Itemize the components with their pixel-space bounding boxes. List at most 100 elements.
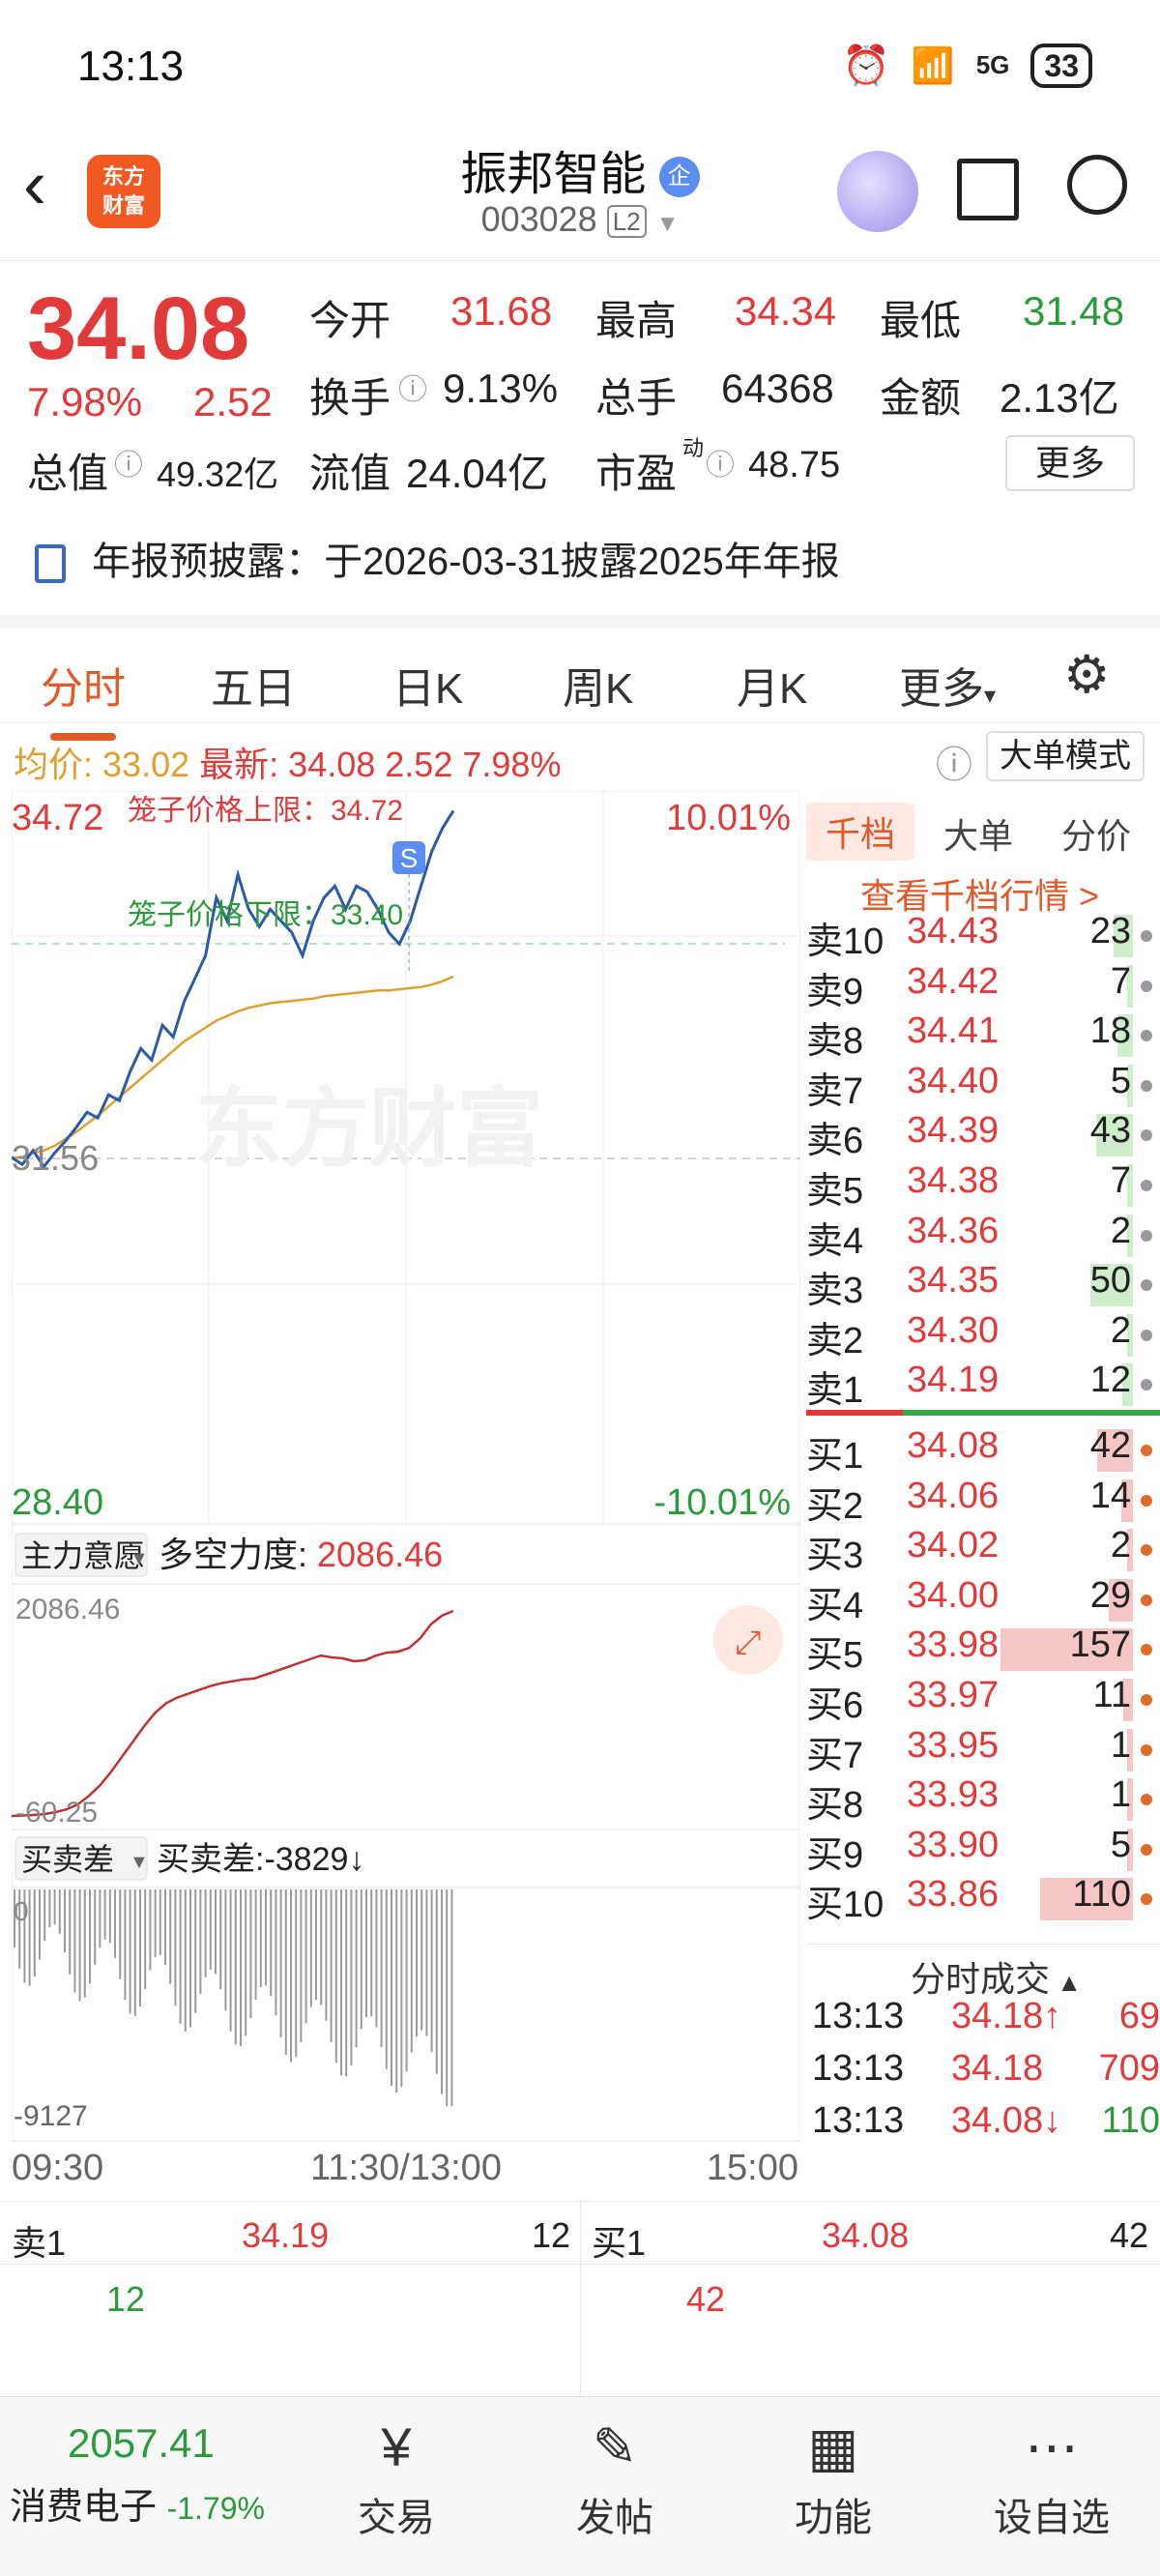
bid-row[interactable]: 买1 34.08 42 (806, 1425, 1160, 1477)
diff-text: 买卖差:-3829↓ (157, 1841, 364, 1878)
l1-bid-price: 34.08 (822, 2215, 910, 2255)
ask-row[interactable]: 卖6 34.39 43 (806, 1110, 1160, 1162)
search-icon[interactable] (1067, 155, 1127, 215)
info-icon[interactable]: ⓘ (706, 441, 735, 483)
bid-row[interactable]: 买5 33.98 157 (806, 1625, 1160, 1676)
row-price: 34.00 (907, 1574, 1000, 1616)
row-volume: 23 (1089, 911, 1131, 951)
more-button[interactable]: 更多 (1005, 435, 1135, 491)
ask-row[interactable]: 卖7 34.40 5 (806, 1061, 1160, 1112)
bid-row[interactable]: 买4 34.00 29 (806, 1574, 1160, 1626)
tab-daily-k[interactable]: 日K (392, 654, 463, 716)
ask-row[interactable]: 卖5 34.38 7 (806, 1160, 1160, 1212)
high-label: 最高 (595, 298, 678, 343)
diff-bar (300, 1889, 303, 2043)
tab-monthly-k[interactable]: 月K (737, 654, 807, 716)
row-volume: 5 (1110, 1824, 1131, 1865)
nav-post[interactable]: ✎ 发帖 (547, 2397, 682, 2542)
bid-row[interactable]: 买8 33.93 1 (806, 1774, 1160, 1826)
notice-banner[interactable]: 年报预披露：于2026-03-31披露2025年年报 (35, 530, 840, 586)
row-label: 卖3 (806, 1271, 864, 1312)
amount-label: 金额 (880, 375, 962, 421)
chart-tabs: 分时 五日 日K 周K 月K 更多▾ ⚙ (0, 615, 1160, 741)
trade-volume: 69 (1118, 1996, 1160, 2036)
chevron-down-icon: ▼ (130, 1852, 149, 1873)
ask-row[interactable]: 卖10 34.43 23 (806, 911, 1160, 962)
diff-bar (119, 1889, 122, 1979)
intraday-chart[interactable]: 东方财富 34.72 10.01% 笼子价格上限：34.72 笼子价格下限：33… (11, 790, 801, 2193)
robot-avatar-icon[interactable] (837, 151, 918, 232)
diff-bar (39, 1889, 41, 1960)
tab-5day[interactable]: 五日 (211, 654, 296, 716)
nav-trade[interactable]: ¥ 交易 (329, 2397, 464, 2542)
share-icon[interactable] (957, 159, 1019, 220)
ask-row[interactable]: 卖2 34.30 2 (806, 1310, 1160, 1361)
bid-row[interactable]: 买10 33.86 110 (806, 1874, 1160, 1925)
info-icon[interactable]: ⓘ (114, 441, 143, 483)
ask-row[interactable]: 卖4 34.36 2 (806, 1210, 1160, 1262)
diff-bar (133, 1889, 136, 2016)
bid-row[interactable]: 买6 33.97 11 (806, 1675, 1160, 1726)
row-volume: 2 (1110, 1525, 1131, 1566)
diff-bar (284, 1889, 287, 2055)
row-label: 买9 (806, 1834, 864, 1876)
big-order-mode-button[interactable]: 大单模式 (986, 731, 1145, 781)
trades-title[interactable]: 分时成交 ▲ (911, 1951, 1082, 2002)
diff-bar (209, 1889, 212, 1970)
diff-bars (14, 1889, 453, 2107)
diff-bar (204, 1889, 207, 1977)
diff-bar (229, 1889, 232, 2032)
row-label: 买7 (806, 1735, 864, 1776)
tab-depth[interactable]: 千档 (806, 803, 915, 861)
row-price: 34.41 (907, 1010, 1000, 1052)
row-price: 33.90 (907, 1824, 1000, 1865)
cage-upper-label: 笼子价格上限：34.72 (128, 795, 403, 827)
ask-row[interactable]: 卖8 34.41 18 (806, 1010, 1160, 1062)
tab-intraday[interactable]: 分时 (41, 654, 126, 741)
indicator-name: 多空力度: (159, 1535, 307, 1574)
diff-bar (174, 1889, 177, 2006)
nav-functions[interactable]: ▦ 功能 (766, 2397, 901, 2542)
tab-more[interactable]: 更多▾ (899, 654, 996, 716)
row-volume: 29 (1089, 1574, 1131, 1616)
diff-bar (159, 1889, 161, 1955)
status-dot-icon (1141, 1229, 1152, 1242)
row-volume: 1 (1110, 1724, 1131, 1766)
status-dot-icon (1141, 1544, 1152, 1557)
settings-gear-icon[interactable]: ⚙ (1063, 644, 1110, 705)
bid-row[interactable]: 买7 33.95 1 (806, 1724, 1160, 1776)
info-icon[interactable]: ⓘ (398, 366, 427, 408)
bid-row[interactable]: 买2 34.06 14 (806, 1476, 1160, 1527)
bid-row[interactable]: 买9 33.90 5 (806, 1824, 1160, 1876)
trade-time: 13:13 (812, 2100, 905, 2141)
row-volume: 157 (1069, 1625, 1131, 1666)
row-price: 34.35 (907, 1260, 1000, 1302)
diff-bar (360, 1889, 362, 2030)
trade-time: 13:13 (812, 2048, 905, 2089)
l1-bid-label: 买1 (592, 2223, 647, 2263)
row-label: 卖1 (806, 1370, 864, 1412)
diff-bar (370, 1889, 373, 2017)
diff-bar (355, 1889, 358, 2048)
row-price: 33.86 (907, 1874, 1000, 1916)
row-label: 卖6 (806, 1121, 864, 1162)
ask-row[interactable]: 卖9 34.42 7 (806, 961, 1160, 1012)
diff-bar (103, 1889, 106, 1940)
row-label: 买4 (806, 1585, 864, 1626)
status-dot-icon (1141, 930, 1152, 942)
ask-row[interactable]: 卖1 34.19 12 (806, 1360, 1160, 1412)
tab-weekly-k[interactable]: 周K (563, 654, 633, 716)
tab-big-order[interactable]: 大单 (943, 808, 1013, 859)
diff-bar (380, 1889, 383, 2047)
l1-bid-sub: 42 (686, 2279, 726, 2319)
row-price: 33.97 (907, 1675, 1000, 1715)
diff-bar (219, 1889, 222, 1990)
tab-price-dist[interactable]: 分价 (1061, 808, 1131, 859)
nav-add-watchlist[interactable]: ⋯ 设自选 (984, 2397, 1119, 2542)
diff-max-label: 0 (14, 1896, 29, 1926)
help-icon[interactable]: ⓘ (936, 735, 972, 788)
index-ticker[interactable]: 2057.41 消费电子 -1.79% (10, 2420, 319, 2530)
row-volume: 2 (1110, 1210, 1131, 1251)
bid-row[interactable]: 买3 34.02 2 (806, 1525, 1160, 1576)
ask-row[interactable]: 卖3 34.35 50 (806, 1260, 1160, 1312)
